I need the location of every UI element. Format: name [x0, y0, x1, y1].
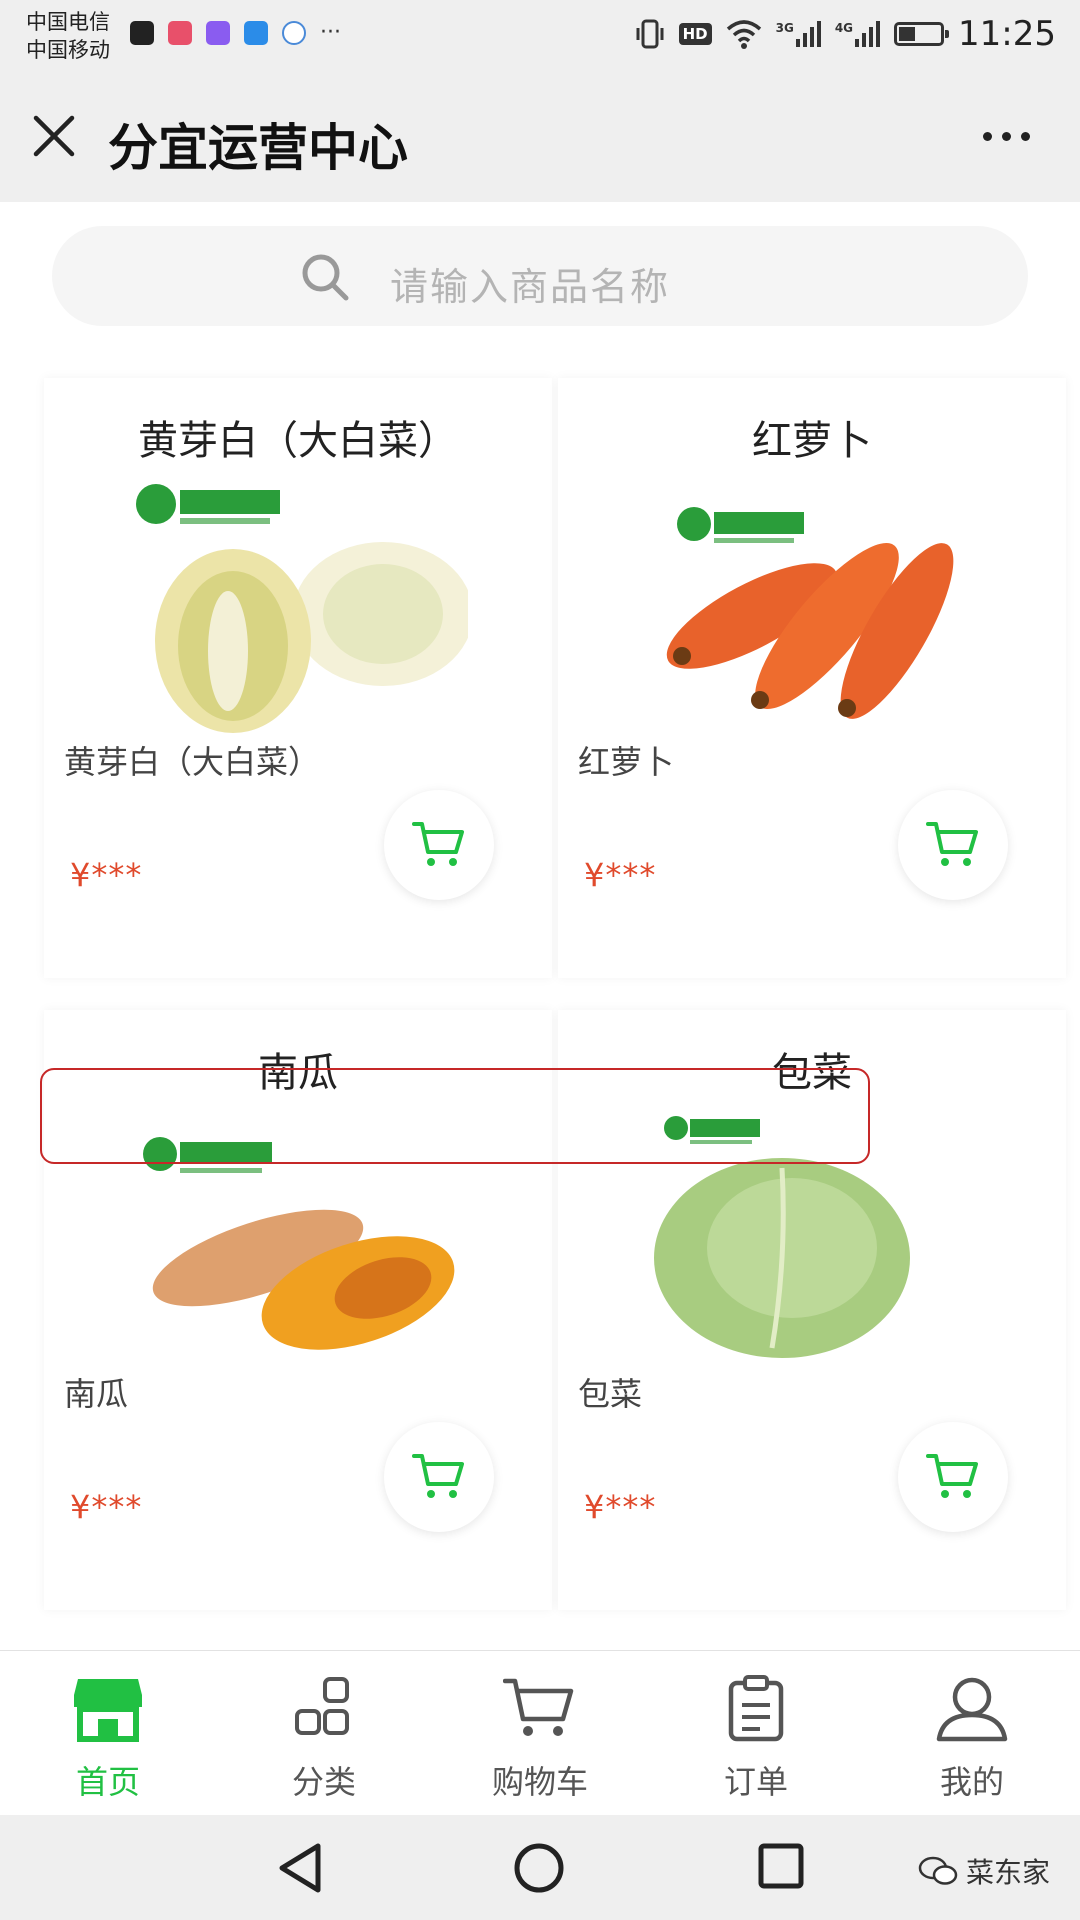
product-card[interactable]: 南瓜 南瓜 ¥***	[44, 1010, 552, 1610]
tab-cart[interactable]: 购物车	[432, 1651, 648, 1815]
add-to-cart-button[interactable]	[384, 790, 494, 900]
tab-category[interactable]: 分类	[216, 1651, 432, 1815]
home-icon[interactable]	[512, 1841, 566, 1895]
battery-icon	[894, 22, 950, 46]
category-icon	[295, 1677, 349, 1735]
product-name: 南瓜	[64, 1375, 129, 1413]
tab-profile[interactable]: 我的	[864, 1651, 1080, 1815]
notification-icons: ···	[130, 20, 341, 45]
product-title: 红萝卜	[752, 418, 872, 464]
product-price: ¥***	[584, 856, 657, 894]
carrier-2: 中国移动	[26, 38, 110, 62]
product-name: 黄芽白（大白菜）	[64, 743, 321, 781]
title-bar: 分宜运营中心	[0, 72, 1080, 202]
cart-icon	[503, 1678, 574, 1736]
product-name: 红萝卜	[578, 743, 675, 781]
status-bar: 中国电信 中国移动 ··· HD 3G 4G 11:25	[0, 0, 1080, 72]
more-menu-icon[interactable]	[983, 132, 1030, 141]
paw-app-icon	[282, 20, 306, 45]
cart-icon	[926, 1454, 978, 1498]
product-image-napa-cabbage[interactable]	[128, 476, 468, 736]
tab-orders[interactable]: 订单	[648, 1651, 864, 1815]
product-image-pumpkin[interactable]	[128, 1108, 468, 1368]
tab-label: 订单	[723, 1763, 788, 1801]
add-to-cart-button[interactable]	[898, 790, 1008, 900]
message-app-icon	[244, 20, 268, 45]
product-card[interactable]: 包菜 包菜 ¥***	[558, 1010, 1066, 1610]
carrier-1: 中国电信	[26, 10, 110, 34]
close-icon[interactable]	[30, 112, 78, 160]
product-title: 南瓜	[258, 1050, 338, 1096]
cart-icon	[412, 822, 464, 866]
shop-icon	[74, 1679, 142, 1742]
product-price: ¥***	[584, 1488, 657, 1526]
brand-logo	[143, 1137, 272, 1173]
shopping-app-icon	[168, 20, 192, 45]
product-image-cabbage[interactable]	[642, 1108, 982, 1368]
brand-logo	[664, 1116, 760, 1144]
add-to-cart-button[interactable]	[898, 1422, 1008, 1532]
product-title: 包菜	[772, 1050, 852, 1096]
hd-badge: HD	[678, 23, 712, 45]
tiktok-icon	[130, 20, 154, 45]
product-price: ¥***	[70, 856, 143, 894]
system-nav-bar: 菜东家	[0, 1815, 1080, 1920]
product-image-carrot[interactable]	[642, 476, 982, 736]
tab-label: 首页	[75, 1763, 140, 1801]
search-bar[interactable]: 请输入商品名称	[52, 226, 1028, 326]
cart-icon	[926, 822, 978, 866]
tab-home[interactable]: 首页	[0, 1651, 216, 1815]
tab-label: 购物车	[491, 1763, 588, 1801]
main-content: 请输入商品名称 黄芽白（大白菜） 黄芽白（大白菜） ¥*** 红萝卜 红萝卜 ¥…	[0, 202, 1080, 1650]
product-card[interactable]: 红萝卜 红萝卜 ¥***	[558, 378, 1066, 978]
signal-3g: 3G	[776, 21, 821, 47]
vibrate-icon	[636, 19, 664, 49]
user-icon	[936, 1677, 1008, 1742]
search-input[interactable]: 请输入商品名称	[390, 256, 670, 311]
status-right: HD 3G 4G 11:25	[635, 14, 1056, 54]
carrier-names: 中国电信 中国移动	[26, 8, 110, 64]
video-app-icon	[206, 20, 230, 45]
product-name: 包菜	[578, 1375, 643, 1413]
signal-4g: 4G	[835, 21, 881, 47]
wechat-watermark: 菜东家	[918, 1851, 1050, 1891]
brand-logo	[677, 507, 804, 543]
product-title: 黄芽白（大白菜）	[138, 418, 458, 464]
tab-label: 我的	[939, 1763, 1004, 1801]
product-card[interactable]: 黄芽白（大白菜） 黄芽白（大白菜） ¥***	[44, 378, 552, 978]
search-icon	[302, 254, 349, 301]
recents-icon[interactable]	[756, 1841, 806, 1891]
product-price: ¥***	[70, 1488, 143, 1526]
brand-logo	[136, 484, 280, 524]
back-icon[interactable]	[274, 1841, 326, 1895]
page-title: 分宜运营中心	[108, 119, 408, 177]
cart-icon	[412, 1454, 464, 1498]
watermark-text: 菜东家	[965, 1856, 1050, 1889]
order-icon	[728, 1675, 784, 1742]
tab-label: 分类	[291, 1763, 356, 1801]
wechat-icon	[918, 1856, 958, 1885]
wifi-icon	[726, 20, 761, 49]
bottom-tab-bar: 首页 分类 购物车 订单 我的	[0, 1650, 1080, 1815]
more-notifications-icon: ···	[320, 20, 341, 45]
clock: 11:25	[958, 14, 1056, 54]
add-to-cart-button[interactable]	[384, 1422, 494, 1532]
